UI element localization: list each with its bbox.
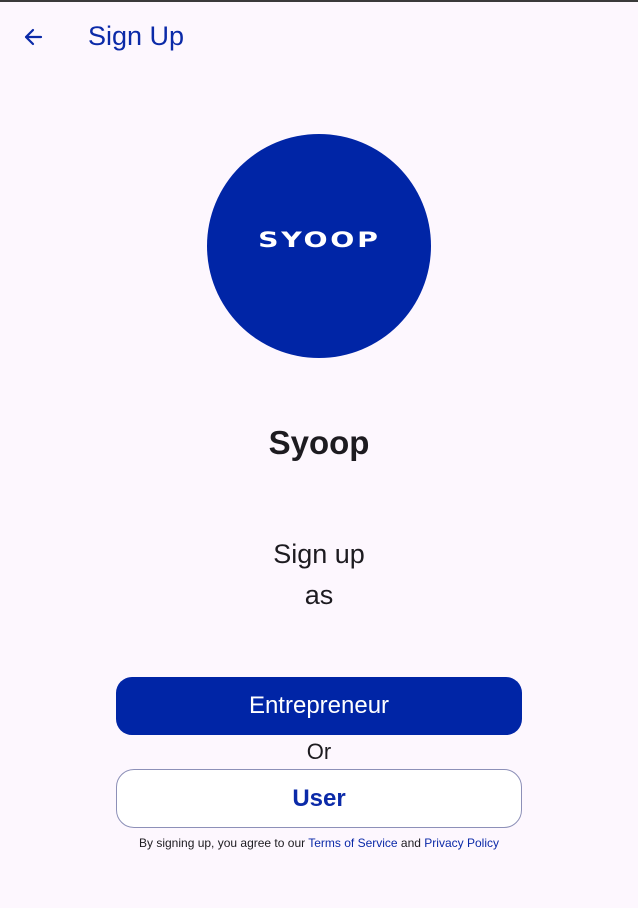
back-button[interactable] xyxy=(14,18,52,56)
terms-prefix: By signing up, you agree to our xyxy=(139,836,309,850)
app-logo: SYOOP xyxy=(207,134,431,358)
app-bar: Sign Up xyxy=(0,2,638,72)
app-name: Syoop xyxy=(268,424,370,461)
arrow-left-icon xyxy=(24,28,43,46)
privacy-policy-link[interactable]: Privacy Policy xyxy=(424,836,499,850)
or-separator: Or xyxy=(306,739,332,764)
terms-and: and xyxy=(397,836,425,850)
terms-notice: By signing up, you agree to our Terms of… xyxy=(0,836,638,850)
terms-of-service-link[interactable]: Terms of Service xyxy=(308,836,397,850)
user-button[interactable]: User xyxy=(116,769,522,828)
signup-as-line2: as xyxy=(304,580,334,610)
logo-wordmark: SYOOP xyxy=(257,228,381,252)
entrepreneur-button[interactable]: Entrepreneur xyxy=(116,677,522,735)
page-title: Sign Up xyxy=(88,21,185,51)
signup-as-prompt: Sign up as xyxy=(0,534,638,616)
signup-as-line1: Sign up xyxy=(273,539,365,569)
